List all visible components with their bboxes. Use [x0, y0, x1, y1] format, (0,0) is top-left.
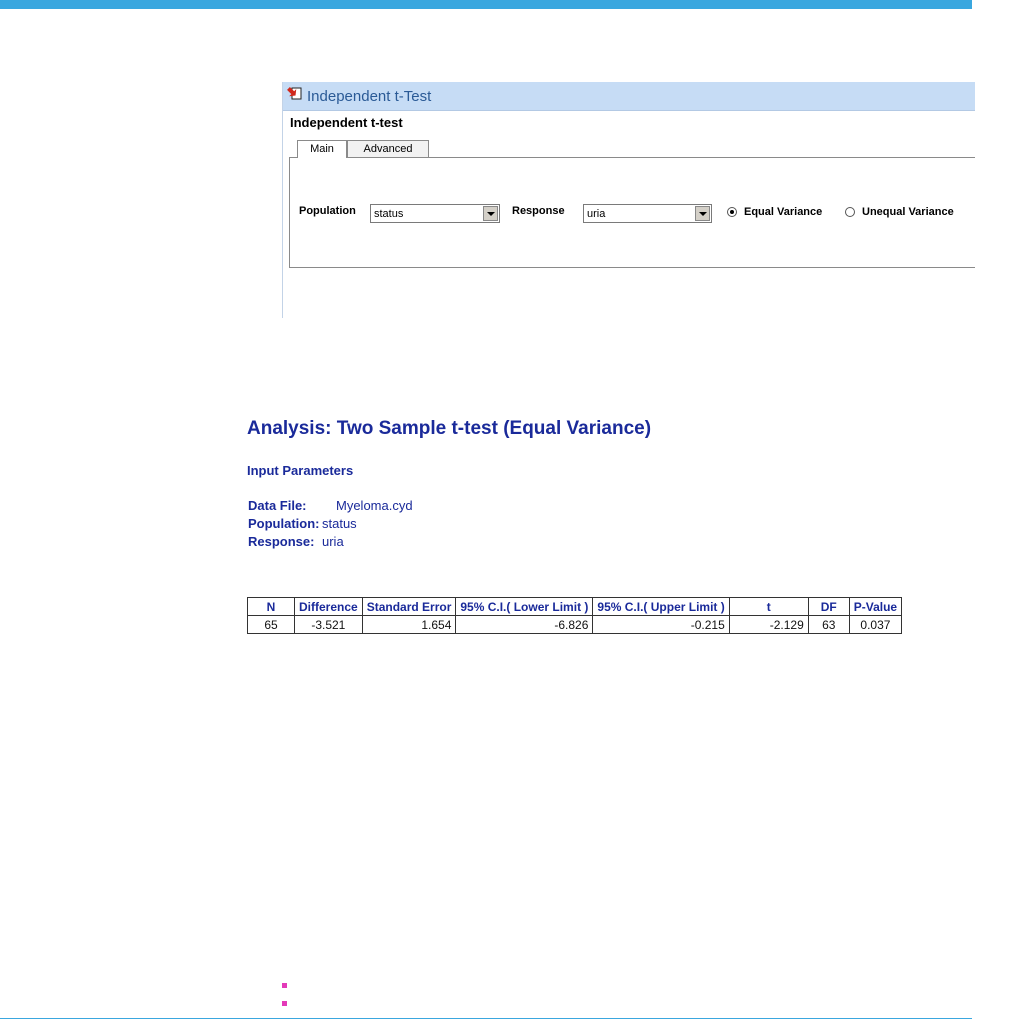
column-header: Difference — [294, 597, 363, 616]
dialog-app-icon — [287, 87, 302, 100]
equal-variance-radio[interactable] — [727, 207, 737, 217]
param-value: Myeloma.cyd — [336, 498, 413, 513]
table-cell: -0.215 — [592, 615, 730, 634]
top-accent-bar — [0, 0, 972, 9]
bullet-square-icon — [282, 983, 287, 988]
table-cell: 1.654 — [361, 615, 457, 634]
param-population: Population: status — [248, 516, 357, 531]
table-cell: -2.129 — [728, 615, 809, 634]
report-title: Analysis: Two Sample t-test (Equal Varia… — [247, 418, 652, 439]
table-cell: 0.037 — [848, 615, 903, 634]
chevron-down-icon[interactable] — [483, 206, 498, 221]
column-header: N — [247, 597, 295, 616]
table-cell: 63 — [807, 615, 850, 634]
param-key: Response: — [248, 534, 315, 549]
chevron-down-icon[interactable] — [695, 206, 710, 221]
param-value: status — [322, 516, 357, 531]
table-cell: -6.826 — [455, 615, 594, 634]
response-select[interactable]: uria — [583, 204, 712, 223]
response-label: Response — [512, 205, 565, 217]
dialog-subtitle: Independent t-test — [290, 115, 403, 130]
table-cell: 65 — [247, 615, 295, 634]
dialog-titlebar: Independent t-Test — [283, 82, 975, 111]
column-header: Standard Error — [361, 597, 457, 616]
param-key: Data File: — [248, 498, 307, 513]
results-table: N Difference Standard Error 95% C.I.( Lo… — [247, 597, 903, 634]
tab-main[interactable]: Main — [297, 140, 347, 158]
population-select[interactable]: status — [370, 204, 500, 223]
unequal-variance-radio[interactable] — [845, 207, 855, 217]
bullet-square-icon — [282, 1001, 287, 1006]
equal-variance-label[interactable]: Equal Variance — [744, 206, 822, 218]
column-header: 95% C.I.( Upper Limit ) — [592, 597, 730, 616]
tab-advanced[interactable]: Advanced — [347, 140, 429, 157]
table-header-row: N Difference Standard Error 95% C.I.( Lo… — [247, 597, 903, 616]
param-value: uria — [322, 534, 344, 549]
param-key: Population: — [248, 516, 320, 531]
table-cell: -3.521 — [294, 615, 363, 634]
population-select-value: status — [374, 208, 404, 220]
param-data-file: Data File: Myeloma.cyd — [248, 498, 413, 513]
unequal-variance-label[interactable]: Unequal Variance — [862, 206, 954, 218]
column-header: t — [728, 597, 809, 616]
input-parameters-heading: Input Parameters — [247, 463, 354, 478]
column-header: DF — [807, 597, 850, 616]
independent-t-test-dialog: Independent t-Test Independent t-test Ma… — [282, 82, 975, 318]
table-row: 65 -3.521 1.654 -6.826 -0.215 -2.129 63 … — [247, 615, 903, 634]
bottom-rule — [0, 1018, 972, 1019]
population-label: Population — [299, 205, 356, 217]
column-header: P-Value — [848, 597, 903, 616]
dialog-title: Independent t-Test — [307, 88, 432, 105]
param-response: Response: uria — [248, 534, 344, 549]
response-select-value: uria — [587, 208, 606, 220]
column-header: 95% C.I.( Lower Limit ) — [455, 597, 594, 616]
